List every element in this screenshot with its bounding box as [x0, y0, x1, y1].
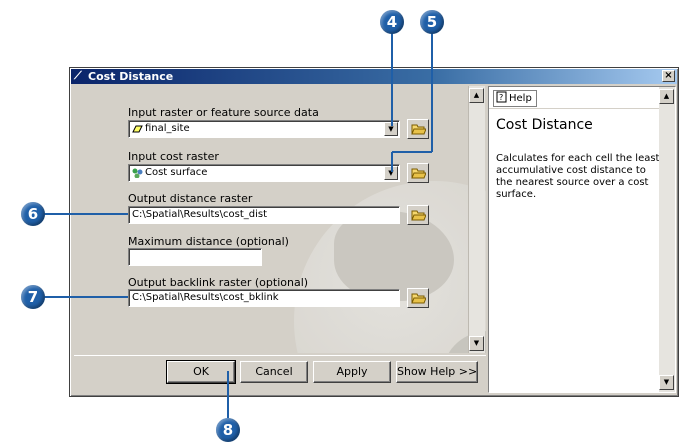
callout-5: 5 [420, 10, 444, 34]
callout-7: 7 [21, 285, 45, 309]
callout-8: 8 [216, 418, 240, 442]
callout-leaders [44, 32, 433, 418]
callout-6: 6 [21, 202, 45, 226]
callout-4: 4 [380, 10, 404, 34]
